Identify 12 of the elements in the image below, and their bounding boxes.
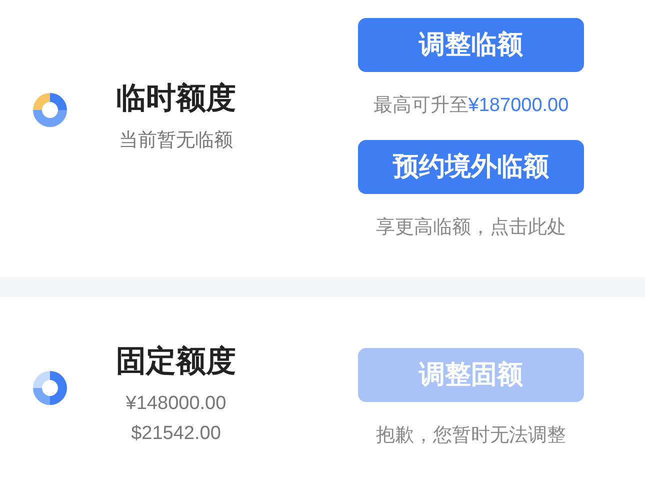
action-button[interactable]: 预约境外临额 bbox=[358, 140, 584, 194]
donut-chart-icon bbox=[33, 370, 67, 404]
section-title: 临时额度 bbox=[116, 80, 236, 116]
hint-text: 享更高临额，点击此处 bbox=[376, 216, 566, 240]
section-title: 固定额度 bbox=[116, 344, 236, 380]
detail-text: 当前暂无临额 bbox=[119, 128, 233, 152]
action-button[interactable]: 调整临额 bbox=[358, 18, 584, 72]
detail-text: ¥148000.00 bbox=[126, 392, 226, 416]
hint-text: 抱歉，您暂时无法调整 bbox=[376, 424, 566, 448]
detail-text: $21542.00 bbox=[131, 422, 221, 446]
donut-chart-icon bbox=[33, 92, 67, 126]
hint-text: 最高可升至¥187000.00 bbox=[373, 94, 569, 118]
